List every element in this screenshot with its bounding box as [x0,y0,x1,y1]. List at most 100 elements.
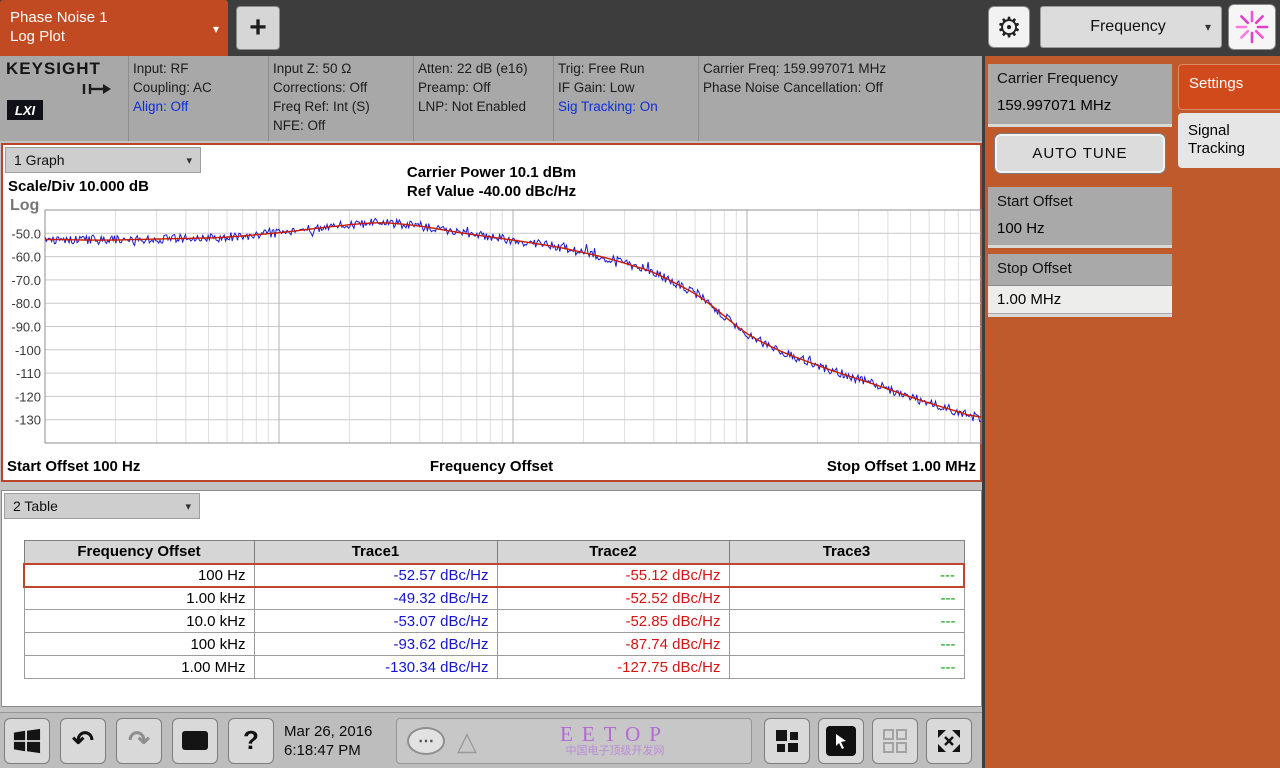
status-line: Carrier Freq: 159.997071 MHz [703,61,887,76]
cell-trace1: -130.34 dBc/Hz [253,655,498,679]
status-line-sig-tracking: Sig Tracking: On [558,99,658,114]
status-line: Corrections: Off [273,80,368,95]
table-row[interactable]: 10.0 kHz -53.07 dBc/Hz -52.85 dBc/Hz --- [23,609,965,633]
col-header-trace1: Trace1 [253,540,498,564]
status-col-input: Input: RF Coupling: AC Align: Off [133,59,212,116]
watermark-title: EETOP [560,722,670,746]
table-row[interactable]: 100 Hz -52.57 dBc/Hz -55.12 dBc/Hz --- [23,562,965,588]
svg-text:-70.0: -70.0 [11,273,41,288]
status-col-carrier: Carrier Freq: 159.997071 MHz Phase Noise… [703,59,886,97]
stop-offset-control[interactable]: Stop Offset 1.00 MHz [988,254,1172,317]
starburst-icon [1235,10,1269,44]
keysight-logo-block: KEYSIGHT LXI [0,56,128,141]
tab-signal-tracking[interactable]: Signal Tracking [1178,113,1280,168]
grid-icon [883,728,907,753]
carrier-power-title: Carrier Power 10.1 dBm [406,164,577,181]
decade-table: Frequency Offset Trace1 Trace2 Trace3 10… [23,540,965,679]
status-line: Freq Ref: Int (S) [273,99,370,114]
svg-text:-50.0: -50.0 [11,226,41,241]
col-header-trace3: Trace3 [728,540,965,564]
svg-text:-110: -110 [16,366,41,381]
grid-layout-button[interactable] [872,717,918,764]
table-row[interactable]: 1.00 kHz -49.32 dBc/Hz -52.52 dBc/Hz --- [23,586,965,610]
table-selector-label: 2 Table [13,498,58,514]
cell-trace3: --- [728,562,965,588]
status-line: Atten: 22 dB (e16) [418,61,528,76]
status-line: IF Gain: Low [558,80,635,95]
status-line: Input: RF [133,61,189,76]
start-offset-value: 100 Hz [997,220,1045,237]
gear-icon: ⚙ [996,11,1022,43]
instrument-screen: Phase Noise 1 Log Plot ▾ + ⚙ Frequency ▾ [0,0,1280,768]
auto-tune-button[interactable]: AUTO TUNE [994,133,1166,174]
status-divider [413,56,414,141]
col-header-trace2: Trace2 [496,540,730,564]
table-row[interactable]: 1.00 MHz -130.34 dBc/Hz -127.75 dBc/Hz -… [23,655,965,679]
measurement-area: KEYSIGHT LXI Input: RF Coupling: AC Alig… [0,56,982,768]
measurement-tab-phase-noise[interactable]: Phase Noise 1 Log Plot ▾ [0,0,228,56]
touch-pointer-icon [826,725,856,756]
date-text: Mar 26, 2016 [284,722,373,740]
ellipsis-icon: ⋯ [418,732,434,750]
keysight-wordmark: KEYSIGHT [6,59,101,78]
start-offset-label: Start Offset [997,193,1073,210]
status-line: Input Z: 50 Ω [273,61,352,76]
display-icon [182,731,208,750]
last-menu-button[interactable] [1228,4,1276,50]
table-window-selector[interactable]: 2 Table ▾ [4,493,200,519]
graph-title: Carrier Power 10.1 dBm Ref Value -40.00 … [3,163,980,201]
table-window: 2 Table ▾ Frequency Offset Trace1 Trace2… [1,490,982,707]
message-bubble-button[interactable]: ⋯ [407,726,445,755]
svg-text:-80.0: -80.0 [11,296,41,311]
status-col-impedance: Input Z: 50 Ω Corrections: Off Freq Ref:… [273,59,370,135]
redo-button[interactable]: ↷ [116,717,162,764]
help-icon: ? [243,725,259,755]
cell-trace2: -55.12 dBc/Hz [496,562,730,588]
table-header-row: Frequency Offset Trace1 Trace2 Trace3 [23,540,965,564]
cell-trace3: --- [728,655,965,679]
cell-trace2: -127.75 dBc/Hz [496,655,730,679]
col-header-frequency-offset: Frequency Offset [23,540,255,564]
cell-trace1: -53.07 dBc/Hz [253,609,498,633]
undo-icon: ↶ [72,725,94,755]
measurement-tab-subtitle: Log Plot [10,28,66,45]
phase-noise-plot[interactable]: -50.0 -60.0 -70.0 -80.0 -90.0 -100 -110 -120 -13… [3,202,984,450]
fullscreen-button[interactable] [926,717,972,764]
svg-text:-120: -120 [15,389,41,404]
help-button[interactable]: ? [228,717,274,764]
table-row[interactable]: 100 kHz -93.62 dBc/Hz -87.74 dBc/Hz --- [23,632,965,656]
cell-trace1: -93.62 dBc/Hz [253,632,498,656]
cell-offset: 10.0 kHz [23,609,255,633]
status-line: LNP: Not Enabled [418,99,527,114]
status-line: Trig: Free Run [558,61,645,76]
status-annotation-bar: KEYSIGHT LXI Input: RF Coupling: AC Alig… [0,56,982,141]
chevron-down-icon: ▾ [212,22,219,36]
warning-triangle-icon: △ [457,725,477,756]
carrier-frequency-control[interactable]: Carrier Frequency 159.997071 MHz [988,64,1172,127]
lxi-badge: LXI [7,100,43,120]
cell-offset: 100 Hz [23,562,255,588]
arrange-windows-button[interactable] [764,717,810,764]
cell-trace3: --- [728,609,965,633]
status-line: NFE: Off [273,118,326,133]
undo-button[interactable]: ↶ [60,717,106,764]
eetop-watermark: EETOP 中国电子顶级开发网 [489,723,741,758]
redo-icon: ↷ [128,725,150,755]
add-measurement-button[interactable]: + [236,6,280,50]
status-divider [268,56,269,141]
cell-trace1: -52.57 dBc/Hz [253,562,498,588]
windows-start-button[interactable] [4,717,50,764]
touch-mode-button[interactable] [818,717,864,764]
measurement-tab-title: Phase Noise 1 [10,9,108,26]
cell-trace2: -52.52 dBc/Hz [496,586,730,610]
display-button[interactable] [172,717,218,764]
svg-text:-100: -100 [15,343,41,358]
system-settings-button[interactable]: ⚙ [988,6,1030,48]
cell-trace1: -49.32 dBc/Hz [253,586,498,610]
cell-trace3: --- [728,632,965,656]
tab-settings[interactable]: Settings [1178,64,1280,110]
watermark-subtitle: 中国电子顶级开发网 [565,745,665,757]
frequency-menu-dropdown[interactable]: Frequency ▾ [1040,6,1222,48]
svg-text:-90.0: -90.0 [11,320,41,335]
start-offset-control[interactable]: Start Offset 100 Hz [988,187,1172,248]
